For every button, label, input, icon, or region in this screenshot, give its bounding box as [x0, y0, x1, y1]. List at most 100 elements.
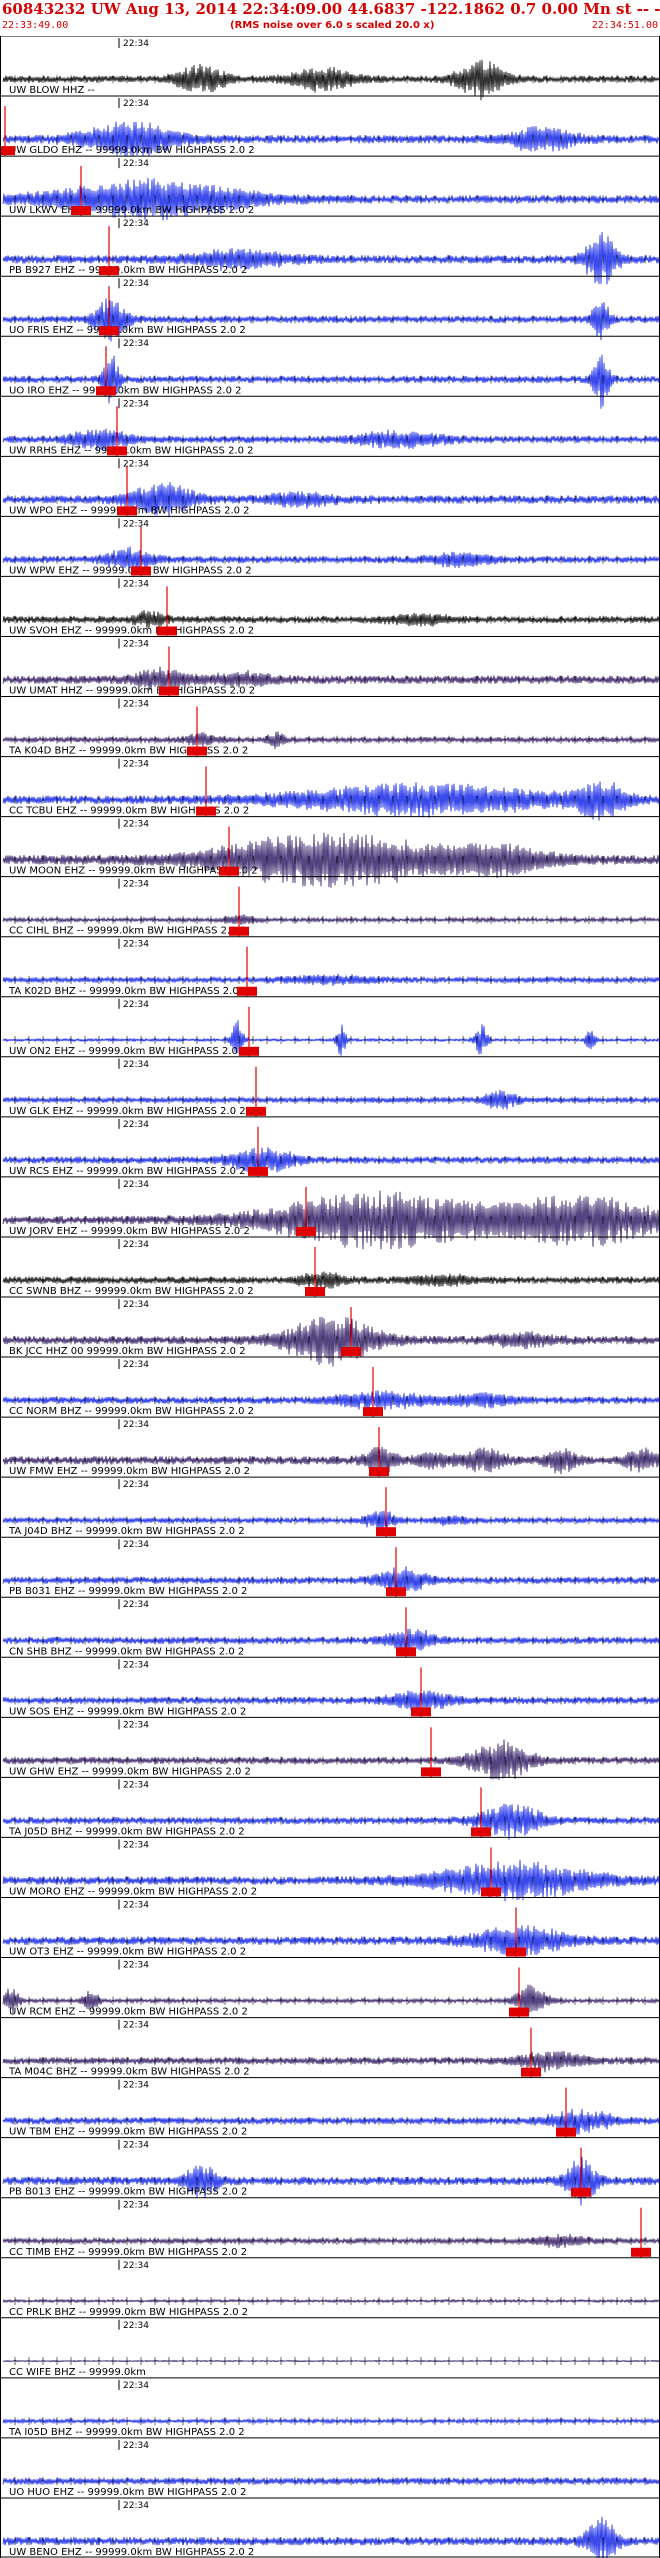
trace-row: 22:34 UW LKWV EHZ -- 99999.0km BW HIGHPAS… — [1, 155, 660, 221]
trace-row: 22:34 TA I05D BHZ -- 99999.0km BW HIGHPAS… — [1, 2377, 660, 2438]
pick-marker — [196, 806, 216, 816]
trace-row: 22:34 UW BLOW HHZ -- — [1, 35, 660, 101]
station-label: UW OT3 EHZ -- 99999.0km BW HIGHPASS 2.0 … — [9, 1947, 246, 1958]
minute-tick-label: 22:34 — [123, 1240, 149, 1250]
pick-marker — [157, 626, 177, 636]
pick-marker — [0, 146, 15, 156]
trace-row: 22:34 UW GLDO EHZ -- 99999.0km BW HIGHPAS… — [0, 95, 660, 157]
pick-marker — [506, 1947, 526, 1957]
station-label: CC TIMB EHZ -- 99999.0km BW HIGHPASS 2.0… — [9, 2247, 247, 2258]
minute-tick-label: 22:34 — [123, 519, 149, 529]
station-label: UW WPW EHZ -- 99999.0km BW HIGHPASS 2.0 … — [9, 565, 252, 576]
station-label: UW ON2 EHZ -- 99999.0km BW HIGHPASS 2.0 … — [9, 1046, 247, 1057]
minute-tick-label: 22:34 — [123, 820, 149, 830]
minute-tick-label: 22:34 — [123, 1480, 149, 1490]
plot-area: 22:34 UW BLOW HHZ -- 22:34 UW GLDO EHZ -- 9… — [0, 35, 660, 2558]
minute-tick-label: 22:34 — [123, 1900, 149, 1910]
station-label: UW RCS EHZ -- 99999.0km BW HIGHPASS 2.0 … — [9, 1166, 246, 1177]
minute-tick-label: 22:34 — [123, 399, 149, 409]
pick-marker — [411, 1707, 431, 1717]
seismogram-traces: 22:34 UW BLOW HHZ -- 22:34 UW GLDO EHZ -- 9… — [0, 35, 660, 2558]
station-label: CC SWNB BHZ -- 99999.0km BW HIGHPASS 2.0… — [9, 1286, 254, 1297]
trace-row: 22:34 UW SVOH EHZ -- 99999.0km BW HIGHPAS… — [1, 575, 660, 637]
waveform — [2, 2417, 660, 2425]
waveform — [2, 2298, 660, 2304]
minute-tick-label: 22:34 — [123, 1600, 149, 1610]
trace-row: 22:34 PB B013 EHZ -- 99999.0km BW HIGHPAS… — [1, 2137, 660, 2206]
minute-tick-label: 22:34 — [123, 1540, 149, 1550]
minute-tick-label: 22:34 — [123, 339, 149, 349]
station-label: UW RRHS EHZ -- 99999.0km BW HIGHPASS 2.0… — [9, 445, 254, 456]
station-label: TA J04D BHZ -- 99999.0km BW HIGHPASS 2.0… — [8, 1526, 245, 1537]
trace-row: 22:34 UW GLK EHZ -- 99999.0km BW HIGHPASS… — [1, 1056, 660, 1117]
trace-row: 22:34 UW MORO EHZ -- 99999.0km BW HIGHPAS… — [1, 1836, 660, 1902]
station-label: UO IRO EHZ -- 99999.0km BW HIGHPASS 2.0 … — [9, 385, 242, 396]
waveform — [2, 59, 660, 101]
pick-marker — [363, 1407, 383, 1417]
minute-tick-label: 22:34 — [123, 1360, 149, 1370]
minute-tick-label: 22:34 — [123, 1961, 149, 1971]
pick-marker — [99, 266, 119, 276]
trace-row: 22:34 UW SOS EHZ -- 99999.0km BW HIGHPASS… — [1, 1656, 660, 1718]
trace-row: 22:34 TA M04C BHZ -- 99999.0km BW HIGHPAS… — [1, 2017, 660, 2078]
station-label: UW TBM EHZ -- 99999.0km BW HIGHPASS 2.0 … — [9, 2127, 247, 2138]
pick-marker — [556, 2127, 576, 2137]
pick-marker — [131, 566, 151, 576]
pick-marker — [471, 1827, 491, 1837]
minute-tick-label: 22:34 — [123, 2501, 149, 2511]
minute-tick-label: 22:34 — [123, 39, 149, 49]
trace-row: 22:34 PB B031 EHZ -- 99999.0km BW HIGHPAS… — [1, 1536, 660, 1598]
station-label: UW SVOH EHZ -- 99999.0km BW HIGHPASS 2.0… — [9, 625, 254, 636]
trace-row: 22:34 TA J05D BHZ -- 99999.0km BW HIGHPAS… — [1, 1776, 660, 1840]
pick-marker — [369, 1467, 389, 1477]
minute-tick-label: 22:34 — [123, 2081, 149, 2091]
pick-marker — [117, 506, 137, 516]
station-label: TA K04D BHZ -- 99999.0km BW HIGHPASS 2.0… — [8, 746, 248, 757]
station-label: CC NORM BHZ -- 99999.0km BW HIGHPASS 2.0… — [9, 1406, 254, 1417]
trace-row: 22:34 BK JCC HHZ 00 99999.0km BW HIGHPASS… — [1, 1296, 660, 1367]
end-time: 22:34:51.00 — [591, 20, 658, 31]
trace-row: 22:34 UW JORV EHZ -- 99999.0km BW HIGHPAS… — [1, 1176, 660, 1250]
pick-marker — [396, 1647, 416, 1657]
pick-marker — [386, 1587, 406, 1597]
pick-marker — [248, 1166, 268, 1176]
pick-marker — [421, 1767, 441, 1777]
trace-row: 22:34 CC NORM BHZ -- 99999.0km BW HIGHPAS… — [1, 1356, 660, 1418]
seismogram-page: 60843232 UW Aug 13, 2014 22:34:09.00 44.… — [0, 0, 660, 2558]
minute-tick-label: 22:34 — [123, 639, 149, 649]
pick-marker — [521, 2067, 541, 2077]
minute-tick-label: 22:34 — [123, 1120, 149, 1130]
minute-tick-label: 22:34 — [123, 1060, 149, 1070]
minute-tick-label: 22:34 — [123, 1420, 149, 1430]
event-title: 60843232 UW Aug 13, 2014 22:34:09.00 44.… — [2, 0, 660, 18]
station-label: UW JORV EHZ -- 99999.0km BW HIGHPASS 2.0… — [9, 1226, 250, 1237]
pick-marker — [376, 1527, 396, 1537]
trace-row: 22:34 TA K04D BHZ -- 99999.0km BW HIGHPAS… — [1, 696, 660, 757]
minute-tick-label: 22:34 — [123, 700, 149, 710]
minute-tick-label: 22:34 — [123, 880, 149, 890]
minute-tick-label: 22:34 — [123, 1780, 149, 1790]
minute-tick-label: 22:34 — [123, 760, 149, 770]
pick-marker — [481, 1887, 501, 1897]
minute-tick-label: 22:34 — [123, 1180, 149, 1190]
waveform — [2, 832, 660, 888]
waveform — [2, 2476, 660, 2486]
trace-row: 22:34 UW RRHS EHZ -- 99999.0km BW HIGHPAS… — [1, 395, 660, 457]
trace-row: 22:34 UW WPW EHZ -- 99999.0km BW HIGHPASS… — [1, 515, 660, 577]
trace-row: 22:34 UW BENO EHZ -- 99999.0km BW HIGHPAS… — [1, 2497, 660, 2558]
minute-tick-label: 22:34 — [123, 1660, 149, 1670]
trace-row: 22:34 UO HUO EHZ -- 99999.0km BW HIGHPASS… — [1, 2437, 660, 2498]
trace-row: 22:34 CC PRLK BHZ -- 99999.0km BW HIGHPAS… — [1, 2257, 660, 2318]
station-label: UW RCM EHZ -- 99999.0km BW HIGHPASS 2.0 … — [9, 2007, 248, 2018]
waveform — [2, 2359, 660, 2363]
waveform — [2, 973, 660, 986]
minute-tick-label: 22:34 — [123, 99, 149, 109]
minute-tick-label: 22:34 — [123, 2441, 149, 2451]
station-label: UW GLDO EHZ -- 99999.0km BW HIGHPASS 2.0… — [9, 145, 255, 156]
trace-row: 22:34 UW RCS EHZ -- 99999.0km BW HIGHPASS… — [1, 1116, 660, 1177]
trace-row: 22:34 CC SWNB BHZ -- 99999.0km BW HIGHPAS… — [1, 1236, 660, 1297]
minute-tick-label: 22:34 — [123, 940, 149, 950]
pick-marker — [509, 2007, 529, 2017]
station-label: UW BENO EHZ -- 99999.0km BW HIGHPASS 2.0… — [9, 2547, 254, 2558]
minute-tick-label: 22:34 — [123, 1000, 149, 1010]
